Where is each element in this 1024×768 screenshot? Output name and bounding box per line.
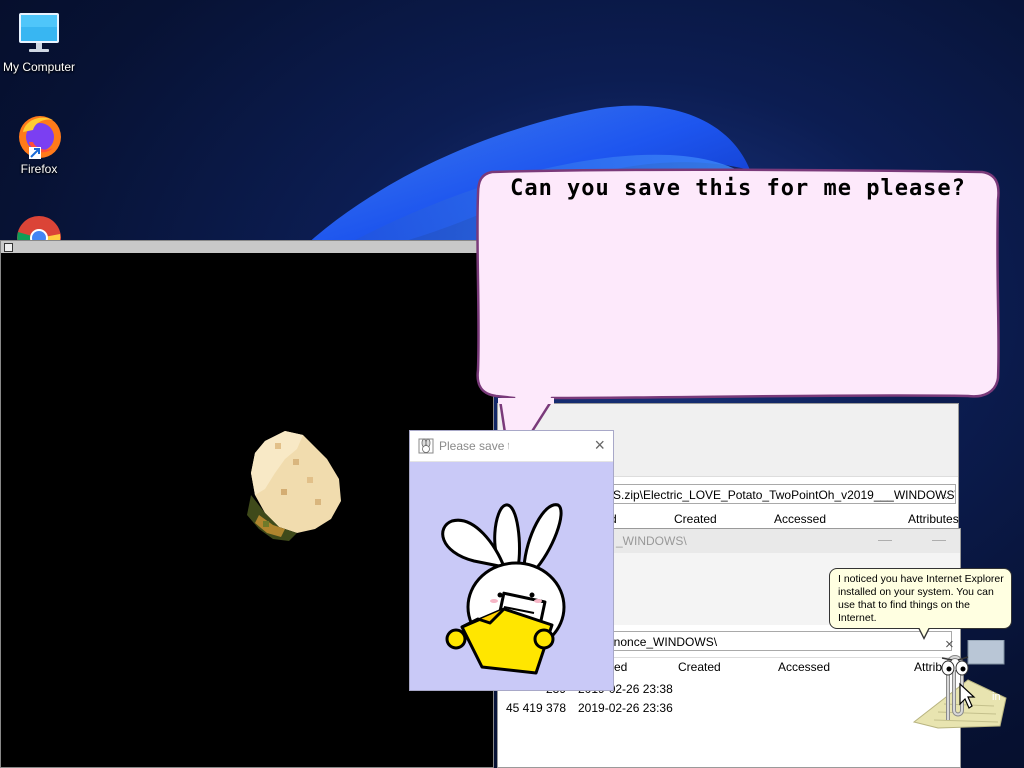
clippy-assistant[interactable]: in xyxy=(908,640,1008,730)
explorer-address-bar[interactable]: S.zip\Electric_LOVE_Potato_TwoPointOh_v2… xyxy=(608,484,956,504)
system-menu-icon[interactable] xyxy=(4,243,13,252)
save-request-dialog[interactable]: Please save t × xyxy=(409,430,614,691)
column-header-accessed[interactable]: Accessed xyxy=(778,658,830,676)
address-text: nnonce_WINDOWS\ xyxy=(607,635,718,649)
minimize-icon[interactable]: — xyxy=(878,531,892,547)
bunny-app-icon xyxy=(418,438,434,454)
desktop-icon-label: Firefox xyxy=(20,162,58,176)
desktop-icon-label: My Computer xyxy=(2,60,76,74)
bunny-holding-folder-image xyxy=(441,503,566,675)
speech-bubble xyxy=(476,168,1000,404)
column-header-attributes[interactable]: Attributes xyxy=(908,510,959,528)
file-modified: 2019-02-26 23:36 xyxy=(578,701,673,715)
potato-sprite xyxy=(247,431,341,541)
dialog-titlebar[interactable]: Please save t × xyxy=(410,431,613,462)
column-header-created[interactable]: Created xyxy=(674,510,717,528)
column-header[interactable]: ed xyxy=(614,658,627,676)
explorer-address-bar[interactable]: nnonce_WINDOWS\ xyxy=(602,631,952,651)
clippy-side-text: in xyxy=(992,691,1001,703)
file-size: 45 419 378 xyxy=(505,701,566,715)
firefox-icon xyxy=(15,112,63,160)
close-icon[interactable]: — xyxy=(932,531,946,547)
chevron-down-icon[interactable]: ⌵ xyxy=(942,485,951,503)
window-title: _WINDOWS\ xyxy=(616,534,687,548)
game-titlebar[interactable] xyxy=(1,241,493,253)
tooltip-tail xyxy=(919,627,929,637)
clippy-tooltip[interactable]: I noticed you have Internet Explorer ins… xyxy=(829,568,1012,629)
desktop-icon-firefox[interactable]: Firefox xyxy=(1,112,77,176)
monitor-icon xyxy=(15,10,63,58)
address-text: S.zip\Electric_LOVE_Potato_TwoPointOh_v2… xyxy=(613,488,956,502)
column-header-created[interactable]: Created xyxy=(678,658,721,676)
clippy-tooltip-text: I noticed you have Internet Explorer ins… xyxy=(838,573,1004,624)
desktop-icon-my-computer[interactable]: My Computer xyxy=(1,10,77,74)
table-row[interactable]: 45 419 378 2019-02-26 23:36 xyxy=(498,701,960,719)
column-header-accessed[interactable]: Accessed xyxy=(774,510,826,528)
dialog-title: Please save t xyxy=(439,439,509,453)
close-icon[interactable]: × xyxy=(594,435,605,456)
speech-bubble-text: Can you save this for me please? xyxy=(510,176,966,201)
